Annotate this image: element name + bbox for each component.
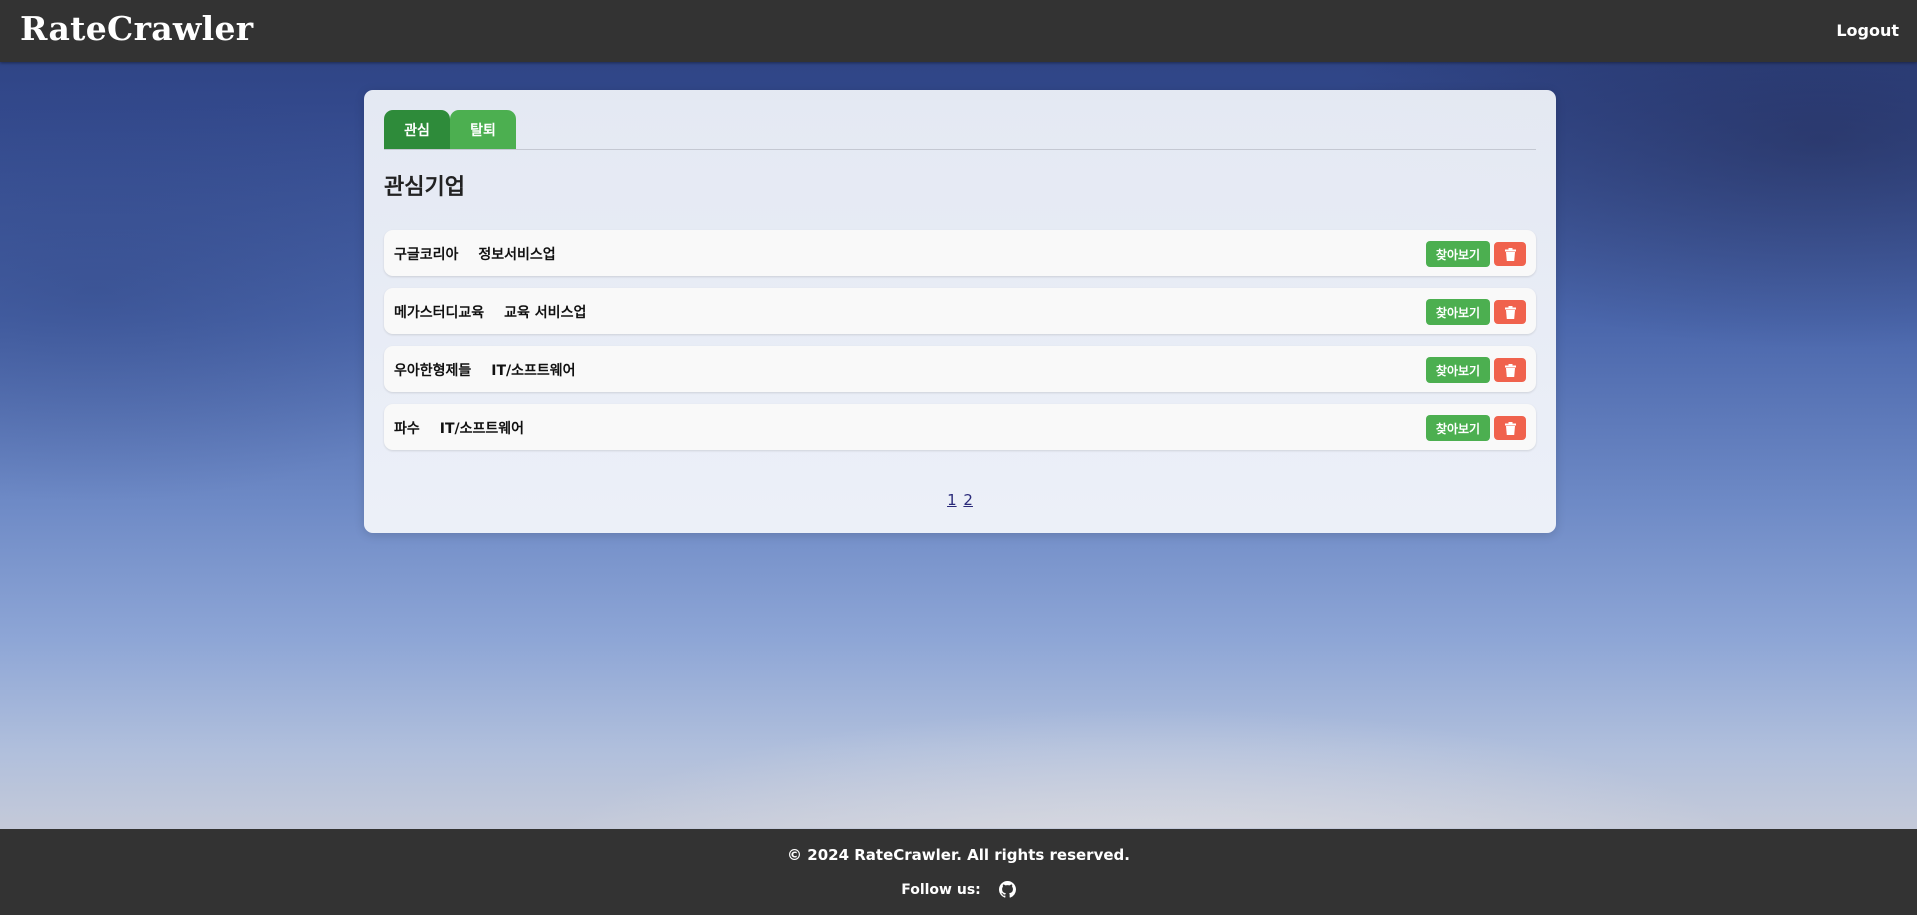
github-link[interactable] [998,881,1016,898]
list-item: 우아한형제들 IT/소프트웨어 찾아보기 [384,346,1536,392]
delete-button[interactable] [1494,358,1526,382]
tab-bar: 관심 탈퇴 [384,110,516,150]
view-button[interactable]: 찾아보기 [1426,357,1490,383]
trash-icon [1504,363,1516,377]
page-title: 관심기업 [384,175,465,200]
github-icon [998,881,1016,898]
company-text: 구글코리아 정보서비스업 [394,244,556,264]
company-industry: 교육 서비스업 [504,305,587,321]
delete-button[interactable] [1494,242,1526,266]
footer: © 2024 RateCrawler. All rights reserved.… [0,829,1917,915]
company-name: 메가스터디교육 [394,305,485,321]
follow-us: Follow us: [0,881,1917,898]
company-list: 구글코리아 정보서비스업 찾아보기 메가스터디교육 교육 서비스업 찾아보기 우아한… [384,230,1536,462]
company-name: 우아한형제들 [394,363,472,379]
brand-logo[interactable]: RateCrawler [20,9,253,48]
page-link-2[interactable]: 2 [963,491,973,509]
pagination: 1 2 [364,491,1556,509]
tab-divider [384,149,1536,150]
company-industry: IT/소프트웨어 [439,421,525,437]
company-industry: IT/소프트웨어 [491,363,576,379]
logout-link[interactable]: Logout [1836,21,1899,40]
company-name: 파수 [394,421,420,437]
list-item: 메가스터디교육 교육 서비스업 찾아보기 [384,288,1536,334]
page-link-1[interactable]: 1 [947,491,957,509]
trash-icon [1504,305,1516,319]
company-text: 우아한형제들 IT/소프트웨어 [394,360,576,380]
view-button[interactable]: 찾아보기 [1426,241,1490,267]
copyright-text: © 2024 RateCrawler. All rights reserved. [787,846,1130,864]
company-text: 파수 IT/소프트웨어 [394,418,524,438]
list-item: 파수 IT/소프트웨어 찾아보기 [384,404,1536,450]
trash-icon [1504,247,1516,261]
follow-label: Follow us: [901,881,981,898]
list-item: 구글코리아 정보서비스업 찾아보기 [384,230,1536,276]
view-button[interactable]: 찾아보기 [1426,299,1490,325]
main-card: 관심 탈퇴 관심기업 구글코리아 정보서비스업 찾아보기 메가스터디교육 교육 서비… [364,90,1556,533]
company-text: 메가스터디교육 교육 서비스업 [394,302,586,322]
delete-button[interactable] [1494,300,1526,324]
view-button[interactable]: 찾아보기 [1426,415,1490,441]
company-industry: 정보서비스업 [478,247,556,263]
tab-withdraw[interactable]: 탈퇴 [450,110,516,150]
company-name: 구글코리아 [394,247,459,263]
delete-button[interactable] [1494,416,1526,440]
top-navbar: RateCrawler Logout [0,0,1917,62]
trash-icon [1504,421,1516,435]
tab-interest[interactable]: 관심 [384,110,450,150]
